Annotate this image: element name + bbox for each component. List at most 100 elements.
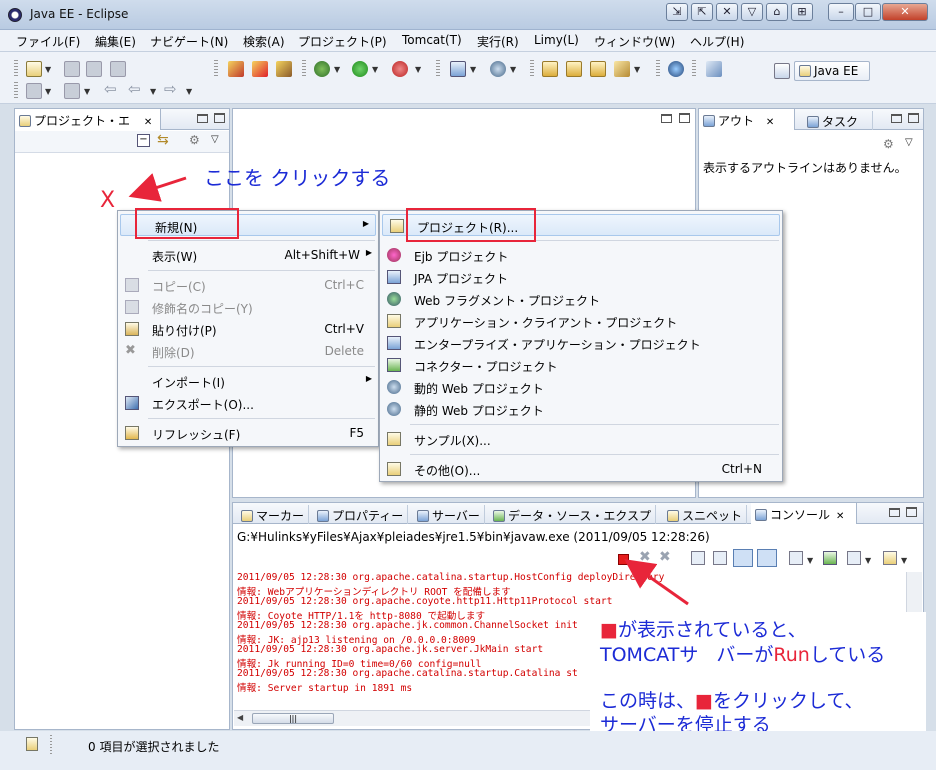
new-console-icon[interactable] [883, 551, 897, 565]
window-toolbar-icon-4[interactable]: ▽ [741, 3, 763, 21]
run-icon[interactable] [352, 61, 368, 77]
tomcat-stop-icon[interactable] [252, 61, 268, 77]
maximize-editor-icon[interactable] [679, 113, 690, 123]
tab-project-explorer[interactable]: プロジェクト・エ ✕ [15, 109, 161, 130]
open-resource-icon[interactable] [566, 61, 582, 77]
menu-item-copy[interactable]: コピー(C) Ctrl+C [118, 274, 378, 296]
menu-item-refresh[interactable]: リフレッシュ(F) F5 [118, 422, 378, 444]
minimize-pane-icon[interactable] [891, 114, 902, 123]
menu-navigate[interactable]: ナビゲート(N) [150, 33, 228, 50]
menu-item-export[interactable]: エクスポート(O)... [118, 392, 378, 414]
menu-item-web-fragment-project[interactable]: Web フラグメント・プロジェクト [380, 288, 782, 310]
new-server-icon[interactable] [450, 61, 466, 77]
tomcat-start-icon[interactable] [228, 61, 244, 77]
new-dropdown-icon[interactable]: ▼ [45, 65, 51, 74]
last-edit-location-icon[interactable]: ⇦ [104, 80, 117, 98]
java-ee-perspective-button[interactable]: Java EE [794, 61, 870, 81]
show-on-stderr-icon[interactable] [757, 549, 777, 567]
external-tools-icon[interactable] [392, 61, 408, 77]
pin-console-dropdown-icon[interactable]: ▼ [807, 556, 813, 565]
next-annotation-dropdown-icon[interactable]: ▼ [45, 87, 51, 96]
minimize-window-button[interactable]: – [828, 3, 854, 21]
window-toolbar-icon-6[interactable]: ⊞ [791, 3, 813, 21]
menu-item-sample[interactable]: サンプル(X)... [380, 428, 782, 450]
window-toolbar-icon-5[interactable]: ⌂ [766, 3, 788, 21]
menu-tomcat[interactable]: Tomcat(T) [402, 33, 462, 47]
back-dropdown-icon[interactable]: ▼ [150, 87, 156, 96]
menu-edit[interactable]: 編集(E) [95, 33, 136, 50]
debug-dropdown-icon[interactable]: ▼ [334, 65, 340, 74]
scroll-left-icon[interactable]: ◀ [237, 713, 243, 722]
minimize-pane-icon[interactable] [889, 508, 900, 517]
launch-icon[interactable] [706, 61, 722, 77]
terminate-icon[interactable] [618, 554, 629, 565]
menu-help[interactable]: ヘルプ(H) [690, 33, 744, 50]
menu-item-app-client-project[interactable]: アプリケーション・クライアント・プロジェクト [380, 310, 782, 332]
run-dropdown-icon[interactable]: ▼ [372, 65, 378, 74]
minimize-pane-icon[interactable] [197, 114, 208, 123]
tab-console[interactable]: コンソール ✕ [751, 503, 857, 524]
window-toolbar-icon-1[interactable]: ⇲ [666, 3, 688, 21]
maximize-pane-icon[interactable] [906, 507, 917, 517]
window-toolbar-icon-2[interactable]: ⇱ [691, 3, 713, 21]
menu-item-paste[interactable]: 貼り付け(P) Ctrl+V [118, 318, 378, 340]
menu-window[interactable]: ウィンドウ(W) [594, 33, 675, 50]
display-selected-console-icon[interactable] [823, 551, 837, 565]
menu-item-connector-project[interactable]: コネクター・プロジェクト [380, 354, 782, 376]
new-web-service-icon[interactable] [490, 61, 506, 77]
save-icon[interactable] [64, 61, 80, 77]
menu-item-copy-qualified-name[interactable]: 修飾名のコピー(Y) [118, 296, 378, 318]
close-tab-icon[interactable]: ✕ [836, 511, 844, 522]
tab-tasks[interactable]: タスク [803, 111, 873, 130]
menu-run[interactable]: 実行(R) [477, 33, 519, 50]
tomcat-restart-icon[interactable] [276, 61, 292, 77]
previous-annotation-icon[interactable] [64, 83, 80, 99]
web-browser-icon[interactable] [668, 61, 684, 77]
menu-item-static-web-project[interactable]: 静的 Web プロジェクト [380, 398, 782, 420]
save-all-icon[interactable] [86, 61, 102, 77]
forward-dropdown-icon[interactable]: ▼ [186, 87, 192, 96]
menu-item-delete[interactable]: ✖ 削除(D) Delete [118, 340, 378, 362]
close-tab-icon[interactable]: ✕ [144, 117, 152, 128]
menu-item-ejb-project[interactable]: Ejb プロジェクト [380, 244, 782, 266]
show-on-stdout-icon[interactable] [733, 549, 753, 567]
menu-item-import[interactable]: インポート(I) ▶ [118, 370, 378, 392]
menu-item-other[interactable]: その他(O)... Ctrl+N [380, 458, 782, 480]
remove-launch-icon[interactable]: ✖ [639, 549, 651, 565]
tab-snippets[interactable]: スニペット [663, 505, 748, 524]
open-console-icon[interactable] [847, 551, 861, 565]
menu-file[interactable]: ファイル(F) [16, 33, 80, 50]
previous-annotation-dropdown-icon[interactable]: ▼ [84, 87, 90, 96]
tab-properties[interactable]: プロパティー [313, 505, 409, 524]
external-tools-dropdown-icon[interactable]: ▼ [415, 65, 421, 74]
tab-servers[interactable]: サーバー [413, 505, 485, 524]
link-with-editor-icon[interactable]: ⇆ [157, 132, 169, 148]
close-tab-icon[interactable]: ✕ [766, 117, 774, 128]
menu-search[interactable]: 検索(A) [243, 33, 285, 50]
scroll-lock-icon[interactable] [713, 551, 727, 565]
menu-limy[interactable]: Limy(L) [534, 33, 579, 47]
back-icon[interactable]: ⇦ [128, 80, 141, 98]
open-console-dropdown-icon[interactable]: ▼ [865, 556, 871, 565]
new-server-dropdown-icon[interactable]: ▼ [470, 65, 476, 74]
view-menu-chevron-icon[interactable]: ▽ [211, 134, 219, 145]
maximize-pane-icon[interactable] [908, 113, 919, 123]
tab-outline[interactable]: アウト ✕ [699, 109, 795, 130]
menu-item-enterprise-app-project[interactable]: エンタープライズ・アプリケーション・プロジェクト [380, 332, 782, 354]
view-menu-icon[interactable]: ⚙ [189, 133, 200, 147]
remove-all-launches-icon[interactable]: ✖ [659, 549, 671, 565]
menu-project[interactable]: プロジェクト(P) [298, 33, 387, 50]
collapse-all-icon[interactable]: − [137, 134, 150, 147]
menu-item-show[interactable]: 表示(W) Alt+Shift+W ▶ [118, 244, 378, 266]
minimize-editor-icon[interactable] [661, 114, 672, 123]
print-icon[interactable] [110, 61, 126, 77]
open-task-icon[interactable] [590, 61, 606, 77]
pin-console-icon[interactable] [789, 551, 803, 565]
new-web-service-dropdown-icon[interactable]: ▼ [510, 65, 516, 74]
clear-console-icon[interactable] [691, 551, 705, 565]
debug-icon[interactable] [314, 61, 330, 77]
tab-data-source-explorer[interactable]: データ・ソース・エクスプ [489, 505, 657, 524]
scroll-thumb[interactable]: ||| [252, 713, 334, 724]
open-perspective-icon[interactable] [774, 63, 790, 79]
new-console-dropdown-icon[interactable]: ▼ [901, 556, 907, 565]
